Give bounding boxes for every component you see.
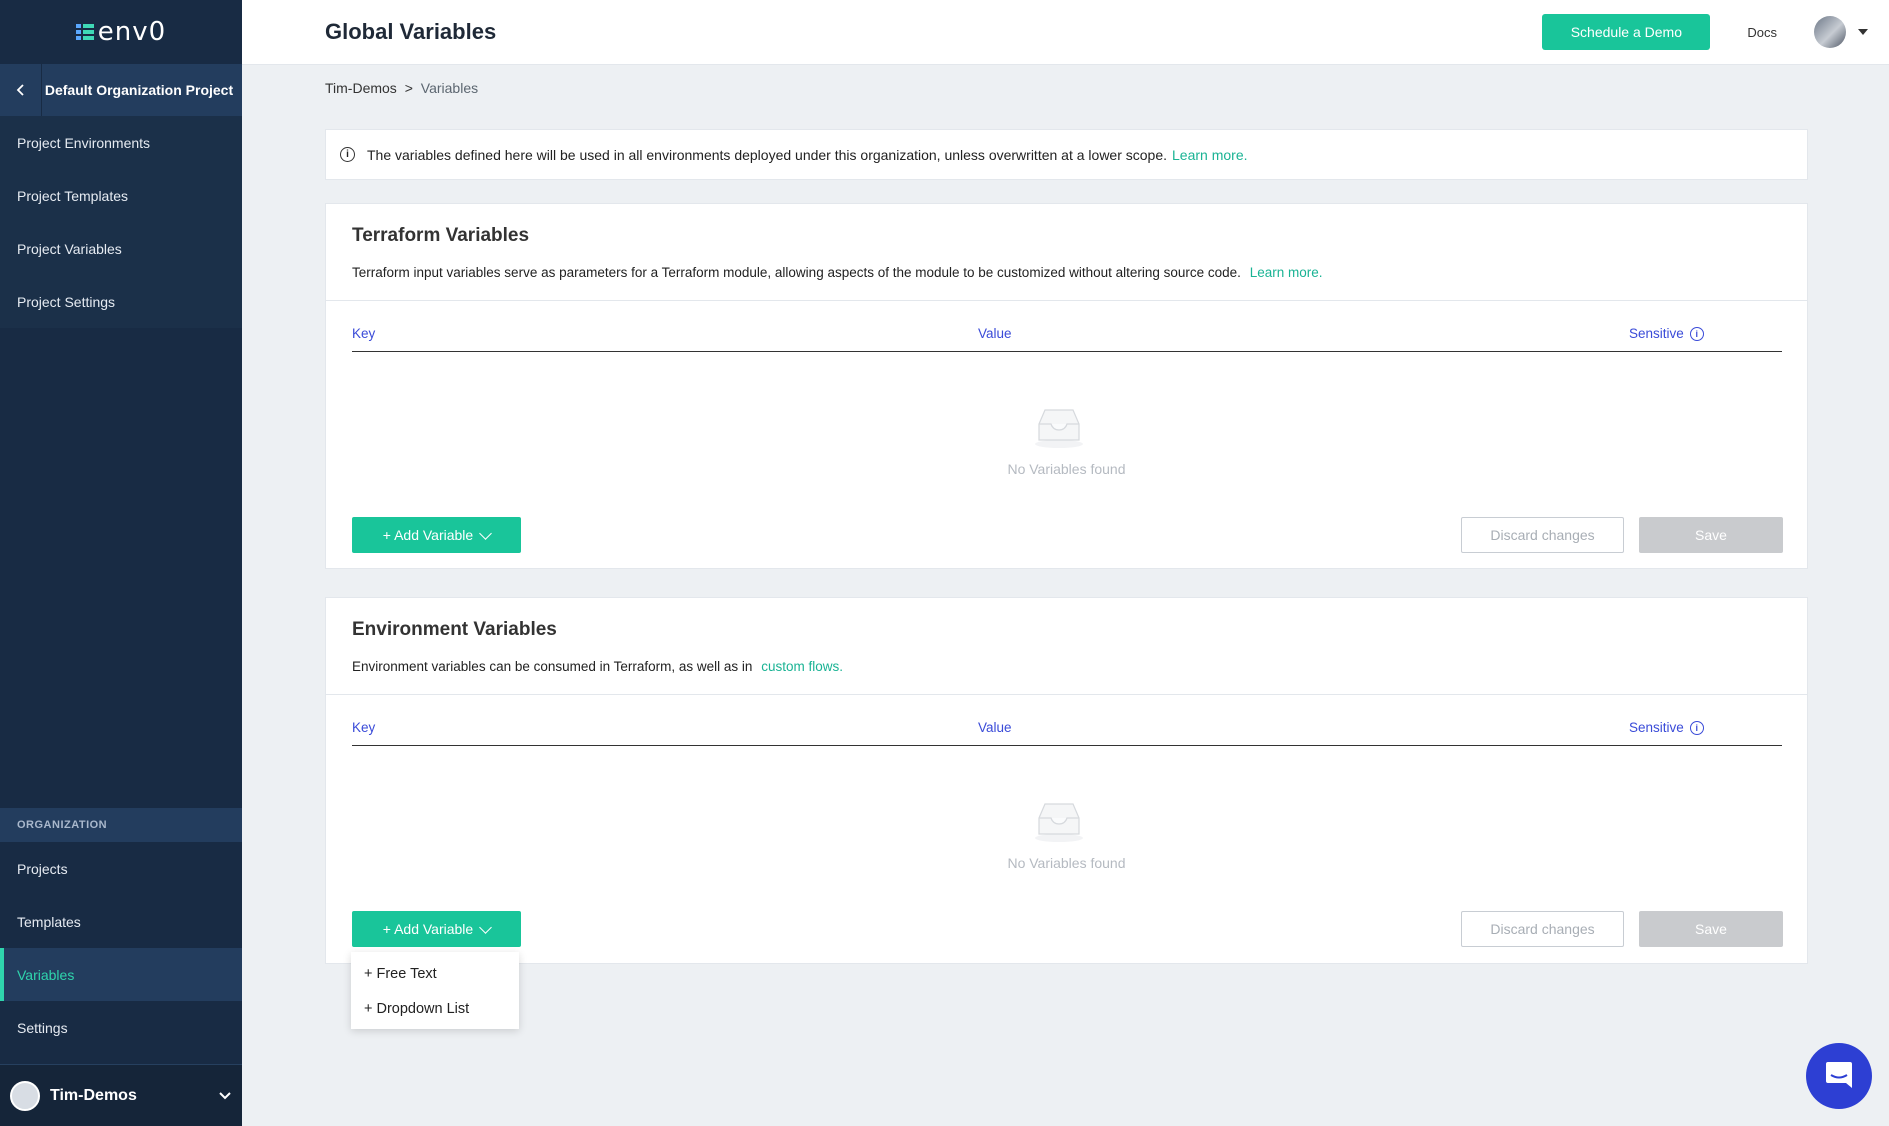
card-description-text: Terraform input variables serve as param… xyxy=(352,265,1241,280)
add-variable-button[interactable]: + Add Variable xyxy=(352,517,521,553)
add-variable-label: + Add Variable xyxy=(382,921,474,937)
sidebar: env0 Default Organization Project Projec… xyxy=(0,0,242,1126)
card-title: Terraform Variables xyxy=(352,225,530,246)
column-value: Value xyxy=(978,720,1012,735)
project-header: Default Organization Project xyxy=(0,64,242,116)
add-variable-label: + Add Variable xyxy=(382,527,474,543)
chat-widget-button[interactable] xyxy=(1806,1043,1872,1109)
breadcrumb: Tim-Demos > Variables xyxy=(325,80,478,96)
column-sensitive-label: Sensitive xyxy=(1629,720,1684,735)
env0-logo[interactable]: env0 xyxy=(0,0,242,64)
card-description: Environment variables can be consumed in… xyxy=(352,659,843,674)
schedule-demo-button[interactable]: Schedule a Demo xyxy=(1542,14,1711,50)
nav-project-environments[interactable]: Project Environments xyxy=(0,116,242,169)
project-nav: Project Environments Project Templates P… xyxy=(0,116,242,328)
chevron-left-icon xyxy=(16,84,24,96)
nav-project-templates[interactable]: Project Templates xyxy=(0,169,242,222)
column-key: Key xyxy=(352,720,376,735)
page-title: Global Variables xyxy=(325,19,497,44)
back-button[interactable] xyxy=(0,64,42,116)
card-description-text: Environment variables can be consumed in… xyxy=(352,659,753,674)
add-variable-button[interactable]: + Add Variable xyxy=(352,911,521,947)
docs-link[interactable]: Docs xyxy=(1747,25,1777,40)
empty-state-text: No Variables found xyxy=(1007,855,1126,871)
chat-icon xyxy=(1826,1062,1852,1088)
divider xyxy=(326,300,1807,301)
custom-flows-link[interactable]: custom flows. xyxy=(761,659,843,674)
breadcrumb-separator: > xyxy=(404,80,413,96)
card-title: Environment Variables xyxy=(352,619,557,640)
terraform-learn-more-link[interactable]: Learn more. xyxy=(1250,265,1323,280)
discard-changes-button[interactable]: Discard changes xyxy=(1461,517,1624,553)
empty-inbox-icon xyxy=(1035,409,1083,448)
nav-projects[interactable]: Projects xyxy=(0,842,242,895)
save-button[interactable]: Save xyxy=(1639,517,1783,553)
add-variable-menu: + Free Text + Dropdown List xyxy=(351,952,519,1029)
org-avatar xyxy=(10,1080,40,1111)
column-sensitive: Sensitive i xyxy=(1629,720,1704,735)
project-title: Default Organization Project xyxy=(44,82,234,98)
organization-section: ORGANIZATION Projects Templates Variable… xyxy=(0,808,242,1054)
nav-templates[interactable]: Templates xyxy=(0,895,242,948)
nav-project-settings[interactable]: Project Settings xyxy=(0,275,242,328)
card-description: Terraform input variables serve as param… xyxy=(352,265,1323,280)
info-icon: i xyxy=(340,147,355,162)
empty-state-text: No Variables found xyxy=(1007,461,1126,477)
nav-settings[interactable]: Settings xyxy=(0,1001,242,1054)
organization-switcher[interactable]: Tim-Demos xyxy=(0,1064,242,1126)
save-button[interactable]: Save xyxy=(1639,911,1783,947)
empty-inbox-icon xyxy=(1035,803,1083,842)
breadcrumb-current: Variables xyxy=(420,80,479,96)
organization-nav: Projects Templates Variables Settings xyxy=(0,842,242,1054)
org-name: Tim-Demos xyxy=(50,1086,137,1104)
chevron-down-icon xyxy=(479,920,493,934)
menu-item-dropdown-list[interactable]: + Dropdown List xyxy=(351,991,519,1026)
chevron-down-icon xyxy=(479,526,493,540)
terraform-variables-card: Terraform Variables Terraform input vari… xyxy=(325,203,1808,569)
top-bar: Global Variables Schedule a Demo Docs xyxy=(242,0,1889,65)
nav-project-variables[interactable]: Project Variables xyxy=(0,222,242,275)
user-avatar[interactable] xyxy=(1814,16,1846,48)
info-icon[interactable]: i xyxy=(1689,720,1704,735)
divider xyxy=(326,694,1807,695)
info-icon[interactable]: i xyxy=(1689,326,1704,341)
breadcrumb-root[interactable]: Tim-Demos xyxy=(325,80,397,96)
environment-variables-card: Environment Variables Environment variab… xyxy=(325,597,1808,964)
table-header: Key Value Sensitive i xyxy=(352,712,1782,746)
info-banner: i The variables defined here will be use… xyxy=(325,129,1808,180)
info-text: The variables defined here will be used … xyxy=(367,146,1168,163)
menu-item-free-text[interactable]: + Free Text xyxy=(351,956,519,991)
column-sensitive: Sensitive i xyxy=(1629,326,1704,341)
organization-label: ORGANIZATION xyxy=(0,808,242,842)
chevron-down-icon xyxy=(219,1091,231,1099)
column-key: Key xyxy=(352,326,376,341)
table-header: Key Value Sensitive i xyxy=(352,318,1782,352)
discard-changes-button[interactable]: Discard changes xyxy=(1461,911,1624,947)
nav-variables[interactable]: Variables xyxy=(0,948,242,1001)
info-learn-more-link[interactable]: Learn more. xyxy=(1172,147,1247,163)
caret-down-icon[interactable] xyxy=(1858,29,1868,35)
logo-icon xyxy=(75,24,94,40)
column-value: Value xyxy=(978,326,1012,341)
column-sensitive-label: Sensitive xyxy=(1629,326,1684,341)
logo-text: env0 xyxy=(97,17,167,47)
